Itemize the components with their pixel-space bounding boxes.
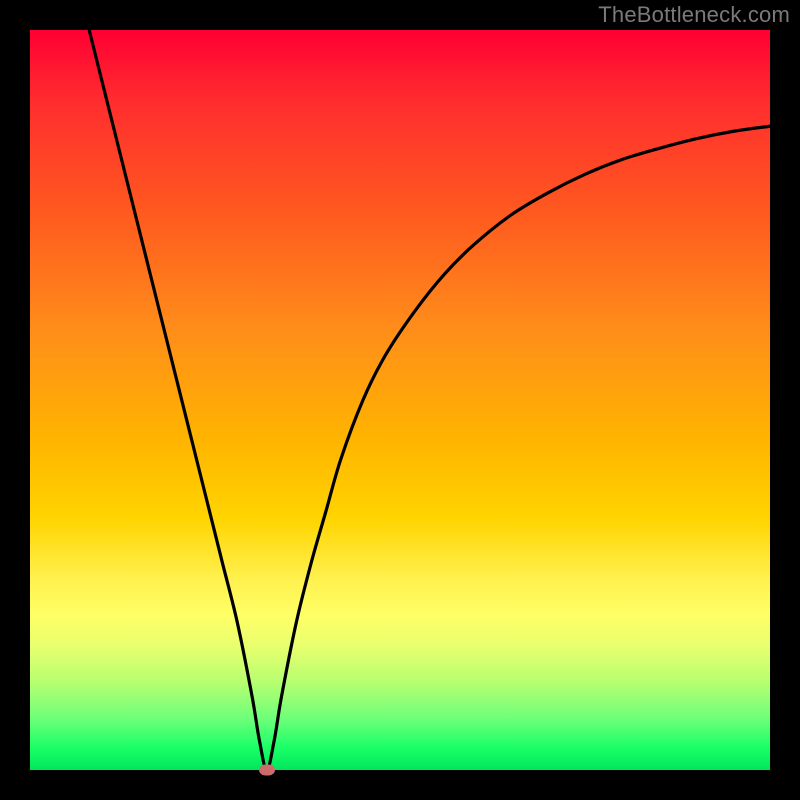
watermark-text: TheBottleneck.com [598, 2, 790, 28]
plot-area [30, 30, 770, 770]
chart-frame: TheBottleneck.com [0, 0, 800, 800]
curve-svg [30, 30, 770, 770]
bottleneck-curve [89, 30, 770, 770]
minimum-marker [259, 765, 275, 776]
